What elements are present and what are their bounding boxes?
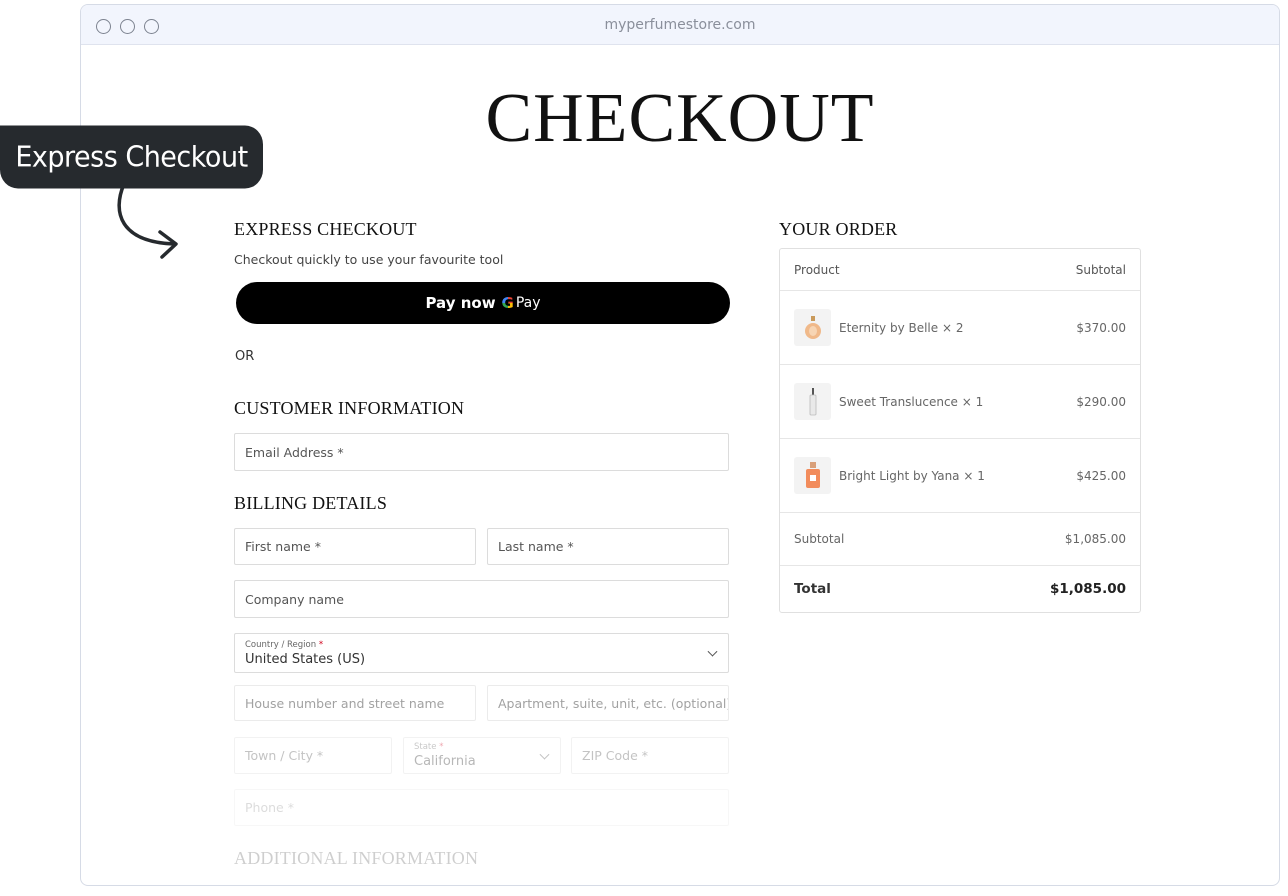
product-column-header: Product bbox=[794, 262, 840, 277]
street-address-field[interactable]: House number and street name bbox=[234, 685, 476, 721]
order-item-name: Eternity by Belle × 2 bbox=[839, 320, 964, 335]
order-item-row: Sweet Translucence × 1 $290.00 bbox=[780, 365, 1140, 439]
callout-label: Express Checkout bbox=[15, 140, 248, 174]
gpay-pay-now-button[interactable]: Pay now G Pay bbox=[236, 282, 730, 324]
total-value: $1,085.00 bbox=[1049, 581, 1126, 597]
order-item-row: Bright Light by Yana × 1 $425.00 bbox=[780, 439, 1140, 513]
your-order-heading: YOUR ORDER bbox=[779, 219, 898, 239]
order-item-name: Sweet Translucence × 1 bbox=[839, 394, 984, 409]
zip-placeholder: ZIP Code * bbox=[582, 748, 648, 763]
google-pay-logo: G Pay bbox=[502, 294, 541, 312]
country-label: Country / Region * bbox=[245, 639, 324, 650]
order-subtotal-row: Subtotal $1,085.00 bbox=[780, 513, 1140, 566]
city-placeholder: Town / City * bbox=[245, 748, 324, 763]
subtotal-label: Subtotal bbox=[794, 532, 845, 546]
express-checkout-subtitle: Checkout quickly to use your favourite t… bbox=[234, 252, 504, 267]
country-value: United States (US) bbox=[245, 651, 366, 667]
email-placeholder: Email Address * bbox=[245, 444, 344, 460]
chevron-down-icon bbox=[539, 749, 550, 760]
zip-code-field[interactable]: ZIP Code * bbox=[571, 737, 729, 774]
subtotal-column-header: Subtotal bbox=[1075, 262, 1126, 277]
chevron-down-icon bbox=[707, 646, 718, 657]
email-field[interactable]: Email Address * bbox=[234, 433, 729, 471]
perfume-bottle-icon bbox=[794, 383, 831, 420]
order-table-header: Product Subtotal bbox=[780, 249, 1140, 291]
order-item-name: Bright Light by Yana × 1 bbox=[839, 468, 985, 483]
company-name-placeholder: Company name bbox=[245, 591, 344, 607]
first-name-placeholder: First name * bbox=[245, 539, 321, 554]
perfume-bottle-icon bbox=[794, 309, 831, 346]
order-item-price: $290.00 bbox=[1076, 394, 1126, 409]
subtotal-value: $1,085.00 bbox=[1064, 532, 1126, 546]
pay-now-label: Pay now bbox=[425, 294, 496, 312]
order-item-price: $425.00 bbox=[1076, 468, 1126, 483]
express-checkout-callout: Express Checkout bbox=[0, 125, 263, 189]
country-select[interactable]: Country / Region * United States (US) bbox=[234, 633, 729, 673]
order-summary-table: Product Subtotal Eternity by Belle × 2 $… bbox=[779, 248, 1141, 613]
additional-information-heading: ADDITIONAL INFORMATION bbox=[234, 848, 479, 868]
perfume-bottle-icon bbox=[794, 457, 831, 494]
apartment-placeholder: Apartment, suite, unit, etc. (optional) bbox=[498, 695, 729, 711]
last-name-field[interactable]: Last name * bbox=[487, 528, 729, 565]
billing-details-heading: BILLING DETAILS bbox=[234, 493, 388, 513]
curved-arrow-icon bbox=[117, 182, 178, 259]
or-divider: OR bbox=[235, 349, 255, 364]
state-label: State * bbox=[414, 742, 444, 752]
google-g-icon: G bbox=[501, 294, 514, 312]
first-name-field[interactable]: First name * bbox=[234, 528, 476, 565]
last-name-placeholder: Last name * bbox=[498, 539, 574, 554]
company-name-field[interactable]: Company name bbox=[234, 580, 729, 618]
city-field[interactable]: Town / City * bbox=[234, 737, 392, 774]
express-checkout-heading: EXPRESS CHECKOUT bbox=[234, 219, 417, 239]
customer-information-heading: CUSTOMER INFORMATION bbox=[234, 398, 465, 418]
phone-field[interactable]: Phone * bbox=[234, 789, 729, 826]
phone-placeholder: Phone * bbox=[245, 800, 294, 815]
address-bar-url[interactable]: myperfumestore.com bbox=[81, 17, 1279, 33]
total-label: Total bbox=[794, 581, 831, 597]
order-total-row: Total $1,085.00 bbox=[780, 566, 1140, 612]
state-value: California bbox=[414, 754, 476, 769]
state-select[interactable]: State * California bbox=[403, 737, 561, 774]
order-item-row: Eternity by Belle × 2 $370.00 bbox=[780, 291, 1140, 365]
browser-titlebar: myperfumestore.com bbox=[81, 5, 1279, 45]
gpay-pay-text: Pay bbox=[515, 295, 541, 311]
apartment-field[interactable]: Apartment, suite, unit, etc. (optional) bbox=[487, 685, 729, 721]
street-placeholder: House number and street name bbox=[245, 695, 445, 711]
order-item-price: $370.00 bbox=[1076, 320, 1126, 335]
